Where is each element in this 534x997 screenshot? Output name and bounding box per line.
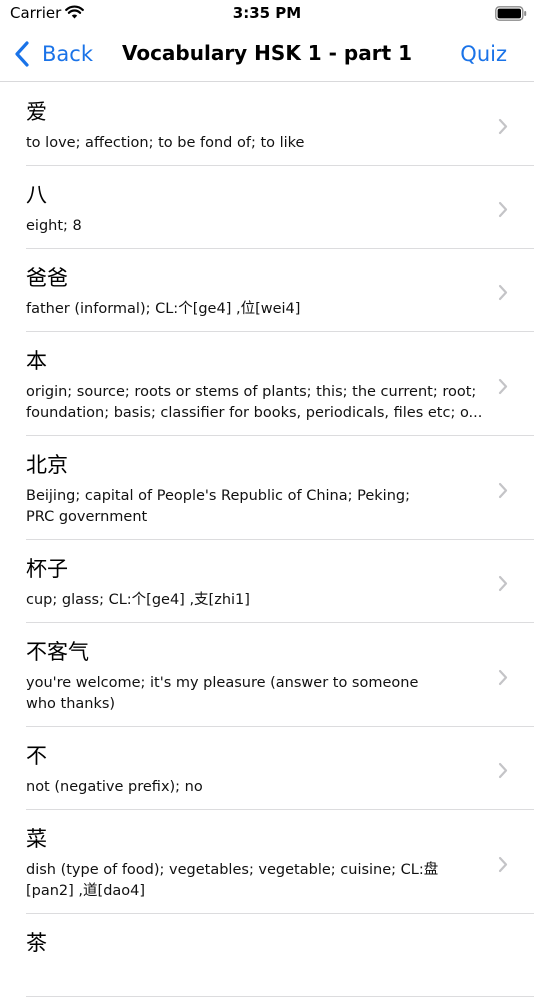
vocab-word: 不 <box>26 744 47 768</box>
definition-line: you're welcome; it's my pleasure (answer… <box>26 675 419 691</box>
chevron-right-icon <box>498 669 508 686</box>
vocab-definition: you're welcome; it's my pleasure (answer… <box>26 673 486 715</box>
definition-line: [pan2] ,道[dao4] <box>26 883 146 899</box>
list-item[interactable]: 爸爸 father (informal); CL:个[ge4] ,位[wei4] <box>26 249 534 332</box>
definition-line: origin; source; roots or stems of plants… <box>26 384 477 400</box>
vocab-word: 八 <box>26 183 47 207</box>
definition-line: cup; glass; CL:个[ge4] ,支[zhi1] <box>26 592 250 608</box>
chevron-right-icon <box>498 201 508 218</box>
vocab-definition: dish (type of food); vegetables; vegetab… <box>26 860 486 902</box>
vocab-definition: father (informal); CL:个[ge4] ,位[wei4] <box>26 299 486 320</box>
list-item[interactable]: 菜 dish (type of food); vegetables; vegeta… <box>26 810 534 914</box>
vocab-word: 茶 <box>26 931 47 955</box>
list-item[interactable]: 本 origin; source; roots or stems of plant… <box>26 332 534 436</box>
chevron-right-icon <box>498 378 508 395</box>
vocab-word: 本 <box>26 349 47 373</box>
status-time: 3:35 PM <box>232 4 302 22</box>
list-item[interactable]: 八 eight; 8 <box>26 166 534 249</box>
chevron-right-icon <box>498 762 508 779</box>
vocab-word: 爸爸 <box>26 266 68 290</box>
vocab-word: 北京 <box>26 453 68 477</box>
definition-line: dish (type of food); vegetables; vegetab… <box>26 862 439 878</box>
vocabulary-list: 爱 to love; affection; to be fond of; to l… <box>0 83 534 997</box>
definition-line: to love; affection; to be fond of; to li… <box>26 135 305 151</box>
vocab-word: 菜 <box>26 827 47 851</box>
chevron-right-icon <box>498 118 508 135</box>
vocab-definition: not (negative prefix); no <box>26 777 486 798</box>
quiz-button[interactable]: Quiz <box>460 42 507 66</box>
status-bar: Carrier 3:35 PM <box>0 0 534 28</box>
vocab-definition: Beijing; capital of People's Republic of… <box>26 486 486 528</box>
list-item[interactable]: 茶 <box>26 914 534 997</box>
chevron-right-icon <box>498 575 508 592</box>
definition-line: foundation; basis; classifier for books,… <box>26 405 483 421</box>
definition-line: father (informal); CL:个[ge4] ,位[wei4] <box>26 301 301 317</box>
vocab-word: 不客气 <box>26 640 89 664</box>
vocab-word: 杯子 <box>26 557 68 581</box>
page-title: Vocabulary HSK 1 - part 1 <box>121 41 413 65</box>
list-item[interactable]: 北京 Beijing; capital of People's Republic … <box>26 436 534 540</box>
battery-icon <box>495 6 527 21</box>
list-item[interactable]: 爱 to love; affection; to be fond of; to l… <box>26 83 534 166</box>
chevron-right-icon <box>498 284 508 301</box>
chevron-right-icon <box>498 856 508 873</box>
definition-line: eight; 8 <box>26 218 82 234</box>
vocab-word: 爱 <box>26 100 47 124</box>
vocab-definition: origin; source; roots or stems of plants… <box>26 382 486 424</box>
vocab-definition: cup; glass; CL:个[ge4] ,支[zhi1] <box>26 590 486 611</box>
definition-line: who thanks) <box>26 696 116 712</box>
definition-line: Beijing; capital of People's Republic of… <box>26 488 410 504</box>
list-item[interactable]: 杯子 cup; glass; CL:个[ge4] ,支[zhi1] <box>26 540 534 623</box>
definition-line: PRC government <box>26 509 148 525</box>
definition-line: not (negative prefix); no <box>26 779 203 795</box>
list-item[interactable]: 不客气 you're welcome; it's my pleasure (ans… <box>26 623 534 727</box>
list-item[interactable]: 不 not (negative prefix); no <box>26 727 534 810</box>
vocab-definition: to love; affection; to be fond of; to li… <box>26 133 486 154</box>
vocab-definition: eight; 8 <box>26 216 486 237</box>
navigation-bar: Back Vocabulary HSK 1 - part 1 Quiz <box>0 28 534 82</box>
chevron-right-icon <box>498 482 508 499</box>
